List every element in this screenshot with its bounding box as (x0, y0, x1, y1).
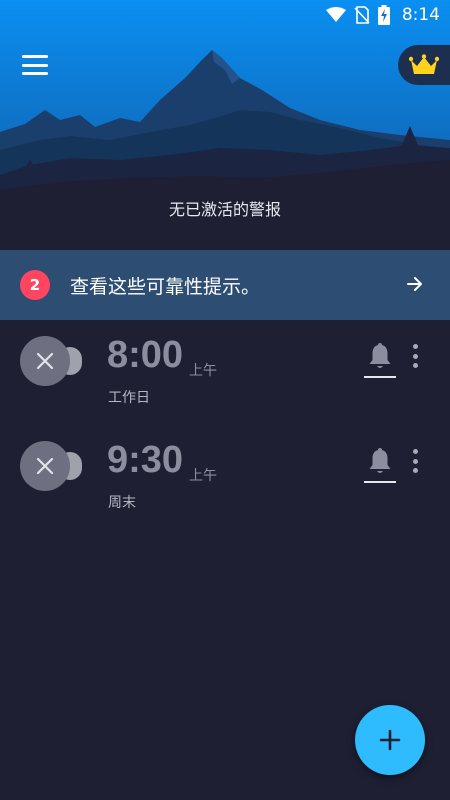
alarm-repeat-days: 工作日 (108, 390, 150, 406)
alarm-item[interactable]: 8:00 上午 工作日 (0, 320, 450, 425)
premium-button[interactable] (398, 45, 450, 85)
close-icon (36, 457, 54, 475)
bell-icon (369, 343, 391, 368)
tips-count-badge: 2 (20, 270, 50, 300)
arrow-right-icon (407, 277, 422, 291)
menu-icon (22, 55, 48, 58)
alarm-ampm: 上午 (189, 468, 217, 484)
alarm-ampm: 上午 (189, 363, 217, 379)
status-time: 8:14 (401, 5, 440, 25)
close-icon (36, 352, 54, 370)
header-banner: 8:14 无已激活的警报 (0, 0, 450, 250)
delete-alarm-button[interactable] (20, 441, 70, 491)
alarm-time[interactable]: 8:00 (107, 334, 183, 377)
alarm-item[interactable]: 9:30 上午 周末 (0, 425, 450, 530)
more-vert-icon (412, 344, 418, 349)
menu-button[interactable] (22, 53, 48, 77)
alarm-sound-button[interactable] (364, 340, 396, 378)
battery-charging-icon (377, 5, 390, 25)
alarm-more-button[interactable] (410, 344, 420, 368)
alarm-more-button[interactable] (410, 449, 420, 473)
more-vert-icon (412, 449, 418, 454)
alarm-repeat-days: 周末 (108, 495, 136, 511)
empty-state-text: 无已激活的警报 (168, 200, 281, 219)
no-sim-icon (354, 6, 370, 24)
tips-text: 查看这些可靠性提示。 (70, 276, 261, 298)
reliability-tips-banner[interactable]: 2 查看这些可靠性提示。 (0, 250, 450, 320)
bell-icon (369, 448, 391, 473)
crown-icon (409, 54, 439, 74)
plus-icon (379, 729, 401, 751)
add-alarm-button[interactable] (355, 705, 425, 775)
wifi-icon (325, 7, 346, 22)
status-bar: 8:14 (0, 0, 450, 30)
delete-alarm-button[interactable] (20, 336, 70, 386)
alarm-sound-button[interactable] (364, 445, 396, 483)
alarm-time[interactable]: 9:30 (107, 439, 183, 482)
